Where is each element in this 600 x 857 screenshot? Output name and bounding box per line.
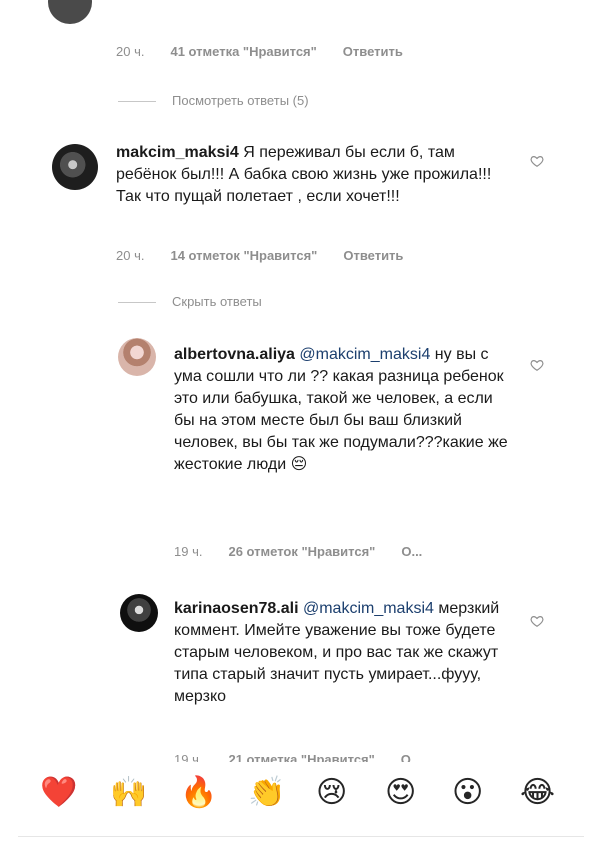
divider (18, 836, 584, 837)
view-replies-link[interactable]: Посмотреть ответы (5) (118, 93, 309, 108)
emoji-reaction-bar: ❤️ 🙌 🔥 👏 😢 😍 😮 😂 (0, 762, 600, 832)
reply-button[interactable]: Ответить (343, 248, 403, 263)
hide-replies-link[interactable]: Скрыть ответы (118, 294, 262, 309)
comment-time: 19 ч. (174, 752, 203, 762)
heart-outline-icon[interactable] (530, 358, 544, 372)
hide-replies-label: Скрыть ответы (172, 294, 262, 309)
comment-time: 20 ч. (116, 248, 145, 263)
likes-count[interactable]: 26 отметок "Нравится" (228, 544, 375, 559)
reply-button[interactable]: О... (401, 544, 422, 559)
view-replies-label: Посмотреть ответы (5) (172, 93, 309, 108)
comment-time: 19 ч. (174, 544, 203, 559)
mention-link[interactable]: @makcim_maksi4 (299, 346, 430, 363)
comment-time: 20 ч. (116, 44, 145, 59)
crying-face-emoji-icon[interactable]: 😢 (316, 776, 347, 810)
comment-text: ну вы с ума сошли что ли ?? какая разниц… (174, 346, 508, 473)
comment-meta: 20 ч. 14 отметок "Нравится" Ответить (116, 248, 403, 263)
likes-count[interactable]: 21 отметка "Нравится" (228, 752, 374, 762)
clapping-hands-emoji-icon[interactable]: 👏 (248, 776, 285, 810)
heart-eyes-emoji-icon[interactable]: 😍 (385, 776, 416, 810)
comment-username[interactable]: makcim_maksi4 (116, 144, 239, 161)
thread-line (118, 302, 156, 304)
heart-emoji-icon[interactable]: ❤️ (40, 776, 77, 810)
comment-meta: 19 ч. 21 отметка "Нравится" О... (174, 752, 422, 762)
raised-hands-emoji-icon[interactable]: 🙌 (110, 776, 147, 810)
likes-count[interactable]: 41 отметка "Нравится" (170, 44, 316, 59)
heart-outline-icon[interactable] (530, 614, 544, 628)
laughing-face-emoji-icon[interactable]: 😂 (520, 776, 555, 810)
reply-body: albertovna.aliya @makcim_maksi4 ну вы с … (174, 344, 508, 476)
avatar[interactable] (48, 0, 92, 24)
avatar[interactable] (120, 594, 158, 632)
comment-meta: 19 ч. 26 отметок "Нравится" О... (174, 544, 422, 559)
mention-link[interactable]: @makcim_maksi4 (303, 600, 434, 617)
reply-body: karinaosen78.ali @makcim_maksi4 мерзкий … (174, 598, 508, 708)
avatar[interactable] (52, 144, 98, 190)
comment-username[interactable]: karinaosen78.ali (174, 600, 299, 617)
avatar[interactable] (118, 338, 156, 376)
reply-button[interactable]: Ответить (343, 44, 403, 59)
likes-count[interactable]: 14 отметок "Нравится" (170, 248, 317, 263)
comment-meta: 20 ч. 41 отметка "Нравится" Ответить (116, 44, 403, 59)
comment-body: makcim_maksi4 Я переживал бы если б, там… (116, 142, 508, 208)
thread-line (118, 101, 156, 103)
heart-outline-icon[interactable] (530, 154, 544, 168)
reply-button[interactable]: О... (401, 752, 422, 762)
fire-emoji-icon[interactable]: 🔥 (180, 776, 217, 810)
surprised-face-emoji-icon[interactable]: 😮 (452, 776, 483, 810)
comment-username[interactable]: albertovna.aliya (174, 346, 295, 363)
